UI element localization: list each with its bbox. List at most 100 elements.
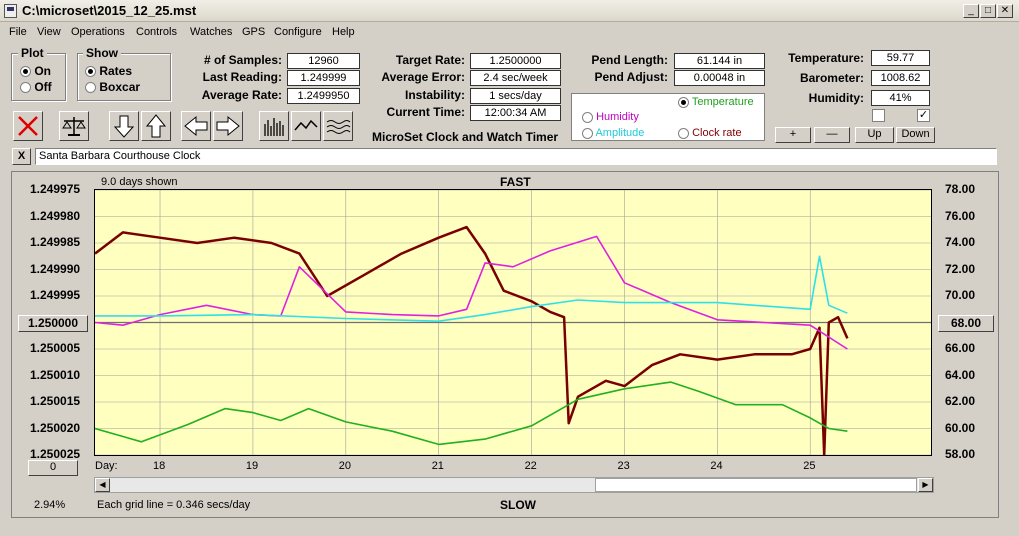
barometer-label: Barometer:	[799, 71, 864, 85]
clear-name-button[interactable]: X	[12, 148, 31, 165]
day-axis-label: Day:	[95, 460, 118, 472]
app-name: MicroSet Clock and Watch Timer	[372, 130, 559, 144]
average-error-field: 2.4 sec/week	[470, 70, 561, 86]
target-rate-label: Target Rate:	[395, 53, 465, 67]
temperature-label: Temperature:	[788, 51, 864, 65]
plot-area[interactable]	[94, 189, 932, 457]
menu-help[interactable]: Help	[332, 26, 355, 38]
arrow-left-button[interactable]	[181, 111, 211, 141]
right-axis-tick: 66.00	[945, 341, 976, 355]
instability-label: Instability:	[404, 88, 465, 102]
sensor-amplitude-option[interactable]: Amplitude	[582, 127, 644, 139]
clock-name-input[interactable]: Santa Barbara Courthouse Clock	[35, 148, 997, 165]
up-button[interactable]: Up	[855, 127, 894, 143]
arrow-down-button[interactable]	[109, 111, 139, 141]
plot-on-radio[interactable]: On	[20, 64, 51, 78]
window-title: C:\microset\2015_12_25.mst	[22, 3, 197, 18]
right-axis-tick: 62.00	[945, 394, 976, 408]
sensor-amplitude-label: Amplitude	[595, 127, 645, 139]
down-button[interactable]: Down	[896, 127, 935, 143]
x-axis-tick: 25	[803, 460, 816, 472]
radio-off-icon[interactable]	[85, 82, 96, 94]
plot-on-label: On	[34, 64, 52, 78]
show-rates-radio[interactable]: Rates	[85, 64, 132, 78]
scroll-thumb[interactable]	[595, 478, 917, 492]
plot-off-radio[interactable]: Off	[20, 80, 52, 94]
radio-off-icon[interactable]	[582, 111, 593, 123]
histogram-button[interactable]	[259, 111, 289, 141]
title-bar: C:\microset\2015_12_25.mst _ □ ✕	[0, 0, 1019, 22]
right-axis-tick: 60.00	[945, 420, 976, 435]
left-axis-tick: 1.250020	[30, 420, 81, 435]
menu-controls[interactable]: Controls	[136, 26, 177, 38]
sensor-humidity-label: Humidity	[596, 111, 639, 123]
sensor-humidity-option[interactable]: Humidity	[582, 111, 639, 123]
checkbox-2[interactable]: ✓	[917, 109, 930, 122]
reference-sensor-button[interactable]: 68.00	[938, 315, 994, 332]
time-scrollbar[interactable]: ◀ ▶	[94, 477, 934, 493]
sensor-clock-rate-option[interactable]: Clock rate	[678, 127, 742, 139]
x-axis-tick: 20	[338, 460, 352, 472]
menu-view[interactable]: View	[37, 26, 61, 38]
radio-on-icon[interactable]	[85, 66, 96, 78]
left-axis-tick: 1.249975	[30, 182, 81, 196]
left-axis-tick: 1.250015	[30, 394, 81, 408]
checkbox-1[interactable]	[872, 109, 885, 122]
show-rates-label: Rates	[99, 64, 133, 78]
clear-data-button[interactable]	[13, 111, 43, 141]
samples-field: 12960	[287, 53, 360, 69]
radio-on-icon[interactable]	[678, 96, 689, 108]
scroll-right-icon[interactable]: ▶	[918, 478, 933, 492]
minimize-icon[interactable]: _	[963, 4, 979, 18]
menu-file[interactable]: File	[9, 26, 27, 38]
chart-svg	[94, 189, 931, 457]
arrow-right-button[interactable]	[213, 111, 243, 141]
right-axis-tick: 70.00	[945, 288, 976, 302]
series-humidity	[94, 235, 848, 350]
days-shown-label: 9.0 days shown	[101, 176, 178, 188]
menu-watches[interactable]: Watches	[190, 26, 232, 38]
menu-configure[interactable]: Configure	[274, 26, 322, 38]
balance-button[interactable]	[59, 111, 89, 141]
plus-button[interactable]: +	[775, 127, 811, 143]
arrow-up-button[interactable]	[141, 111, 171, 141]
app-icon	[4, 4, 17, 18]
scroll-left-icon[interactable]: ◀	[95, 478, 110, 492]
x-axis-tick: 21	[431, 460, 444, 472]
sensor-clock-rate-label: Clock rate	[692, 127, 742, 139]
pend-adjust-label: Pend Adjust:	[594, 70, 668, 84]
close-icon[interactable]: ✕	[997, 4, 1013, 18]
grid-note: Each grid line = 0.346 secs/day	[97, 499, 251, 511]
show-boxcar-radio[interactable]: Boxcar	[85, 80, 140, 94]
right-axis-tick: 76.00	[945, 208, 976, 223]
fast-label: FAST	[500, 175, 531, 189]
samples-label: # of Samples:	[203, 53, 282, 67]
minus-button[interactable]: —	[814, 127, 850, 143]
menu-operations[interactable]: Operations	[71, 26, 125, 38]
zoom-button[interactable]: 0	[28, 460, 78, 476]
radio-off-icon[interactable]	[678, 127, 689, 139]
maximize-icon[interactable]: □	[980, 4, 996, 18]
sensor-select-box: Temperature Humidity Amplitude Clock rat…	[571, 93, 765, 141]
average-rate-field: 1.2499950	[287, 88, 360, 104]
radio-off-icon[interactable]	[582, 127, 593, 139]
humidity-label: Humidity:	[808, 91, 864, 105]
right-axis-tick: 58.00	[945, 447, 976, 461]
radio-off-icon[interactable]	[20, 82, 31, 94]
left-axis-tick: 1.249990	[30, 261, 81, 276]
plot-group-title: Plot	[18, 46, 47, 60]
right-axis-tick: 74.00	[945, 235, 976, 249]
left-axis-tick: 1.250025	[30, 447, 81, 461]
line-plot-button[interactable]	[291, 111, 321, 141]
radio-on-icon[interactable]	[20, 66, 31, 78]
right-axis-tick: 72.00	[945, 261, 976, 276]
reference-rate-button[interactable]: 1.250000	[18, 315, 88, 332]
barometer-field: 1008.62	[871, 70, 930, 86]
menu-gps[interactable]: GPS	[242, 26, 265, 38]
multi-line-button[interactable]	[323, 111, 353, 141]
close-x-icon	[18, 116, 38, 136]
target-rate-field[interactable]: 1.2500000	[470, 53, 561, 69]
sensor-temperature-option[interactable]: Temperature	[678, 96, 754, 108]
humidity-field: 41%	[871, 90, 930, 106]
left-axis-tick: 1.250010	[30, 367, 81, 382]
